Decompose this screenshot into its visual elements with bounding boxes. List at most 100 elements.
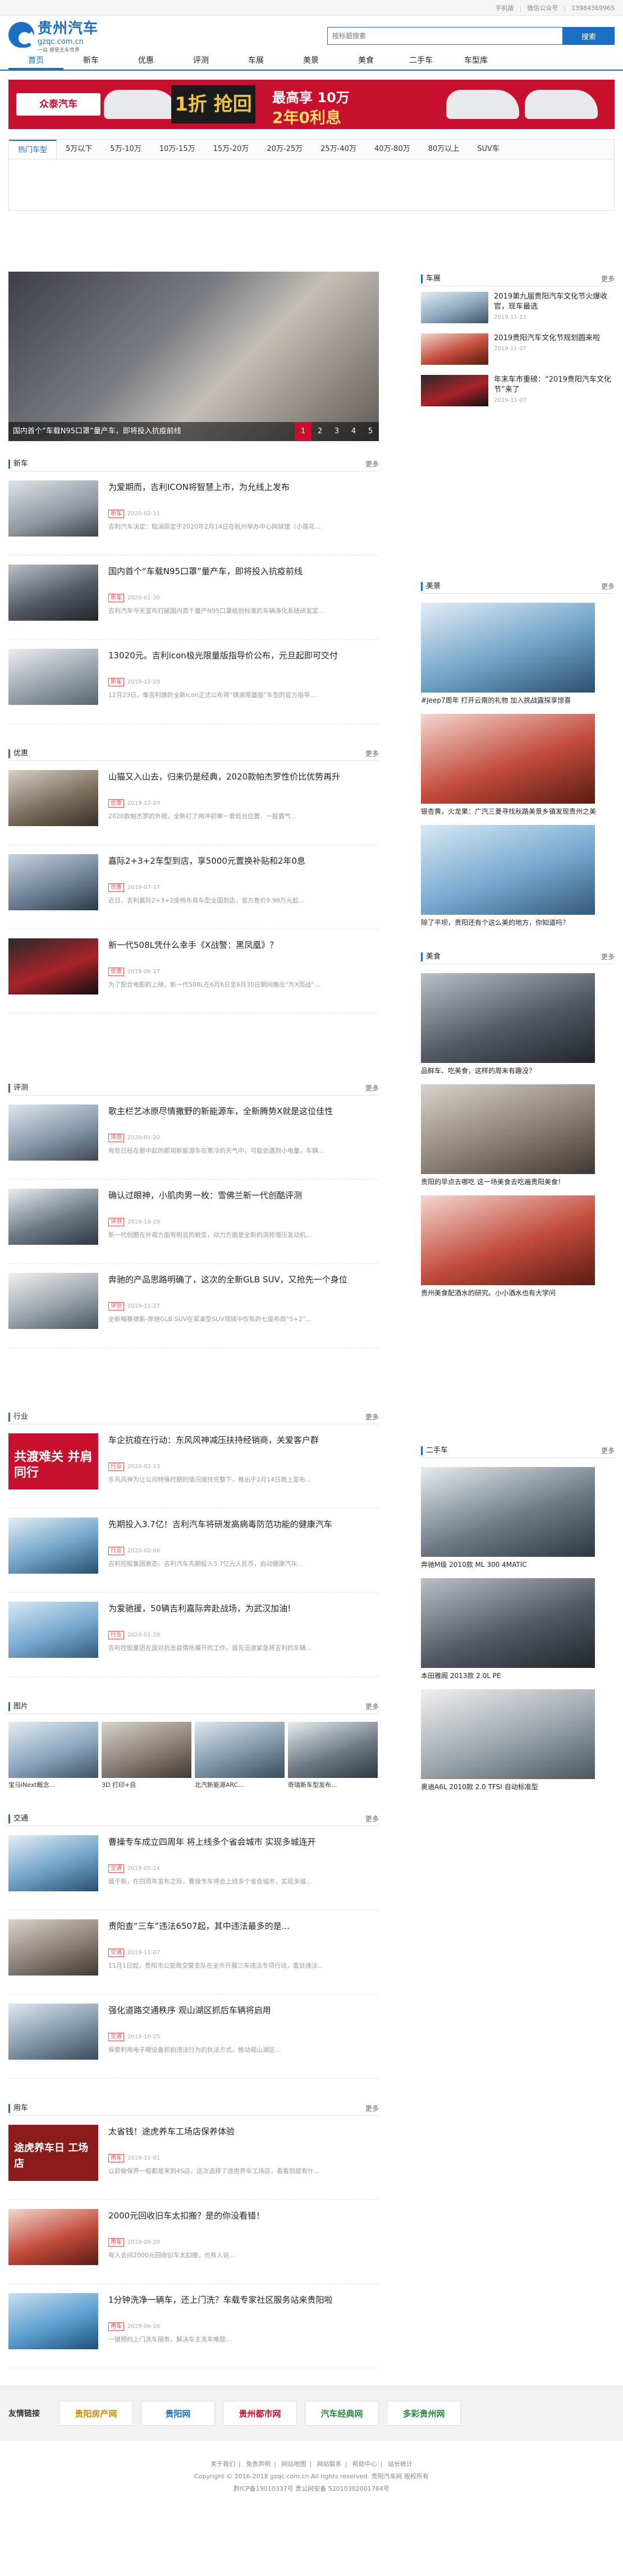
article-item[interactable]: 为爱驰援，50辆吉利嘉际奔赴战场，为武汉加油! 行业 2020-01-28 吉利控股集… — [8, 1593, 379, 1677]
mobile-link[interactable]: 手机版 — [496, 3, 514, 12]
footer-link[interactable]: 免责声明 — [246, 2460, 271, 2468]
article-title[interactable]: 1分钟洗净一辆车，还上门洗？车载专家社区服务站来贵阳啦 — [108, 2293, 379, 2320]
tab-price[interactable]: 40万-80万 — [365, 140, 419, 159]
article-item[interactable]: 贵阳查“三车”违法6507起，其中违法最多的是... 交通 2019-11-07 11… — [8, 1910, 379, 1995]
article-item[interactable]: 强化道路交通秩序 观山湖区抓后车辆将启用 交通 2019-10-25 探索利用电子眼设… — [8, 1995, 379, 2079]
more-link[interactable]: 更多 — [601, 274, 615, 283]
picture-item[interactable]: 奇瑞新车型发布... — [288, 1722, 378, 1789]
picture-item[interactable]: 3D 打印+自 — [102, 1722, 191, 1789]
slider-dot[interactable]: 2 — [312, 422, 328, 441]
footer-link[interactable]: 网站地图 — [281, 2460, 306, 2468]
side-title[interactable]: 2019贵阳汽车文化节规划圆来啦 — [494, 333, 600, 343]
footer-link[interactable]: 关于我们 — [210, 2460, 235, 2468]
article-item[interactable]: 确认过眼神，小肌肉男一枚：雪佛兰新一代创酷评测 评测 2019-10-29 新一代创酷… — [8, 1180, 379, 1264]
article-item[interactable]: 新一代508L凭什么幸手《X战警：黑凤凰》？ 优惠 2019-06-17 为了配合电影… — [8, 929, 379, 1014]
more-link[interactable]: 更多 — [365, 1083, 379, 1093]
nav-food[interactable]: 美食 — [338, 52, 393, 70]
wechat-link[interactable]: 微信公众号 — [527, 3, 558, 12]
side-picture[interactable]: 本田雅阁 2013款 2.0L PE — [421, 1578, 615, 1680]
nav-home[interactable]: 首页 — [8, 52, 63, 70]
side-picture[interactable]: 银杏黄，火龙果：广汽三菱寻找秋路美景乡镇发现贵州之美 — [421, 714, 615, 816]
friend-link[interactable]: 多彩贵州网 — [387, 2401, 461, 2426]
side-picture[interactable]: 贵阳的早点去哪吃 这一场美食去吃遍贵阳美食！ — [421, 1084, 615, 1186]
more-link[interactable]: 更多 — [365, 749, 379, 758]
slider-dot[interactable]: 3 — [328, 422, 345, 441]
side-picture[interactable]: 奥迪A6L 2010款 2.0 TFSI 自动标准型 — [421, 1689, 615, 1791]
more-link[interactable]: 更多 — [601, 952, 615, 961]
article-title[interactable]: 确认过眼神，小肌肉男一枚：雪佛兰新一代创酷评测 — [108, 1189, 379, 1216]
nav-review[interactable]: 评测 — [173, 52, 228, 70]
article-title[interactable]: 强化道路交通秩序 观山湖区抓后车辆将启用 — [108, 2004, 379, 2030]
article-item[interactable]: 为爱期而，吉利ICON将智慧上市，为允线上发布 新车 2020-02-11 吉利汽车决… — [8, 471, 379, 556]
article-item[interactable]: 共渡难关 并肩同行 车企抗疫在行动：东风风神减压扶持经销商，关爱客户群 行业 2020… — [8, 1424, 379, 1509]
more-link[interactable]: 更多 — [365, 459, 379, 469]
side-picture[interactable]: #Jeep7周年 打开云南的礼物 加入挑战露探享惊喜 — [421, 603, 615, 705]
search-button[interactable]: 搜索 — [563, 27, 615, 45]
nav-auto-show[interactable]: 车展 — [228, 52, 283, 70]
more-link[interactable]: 更多 — [365, 2103, 379, 2113]
friend-link[interactable]: 贵州都市网 — [223, 2401, 297, 2426]
side-item[interactable]: 年末车市重磅：“2019贵阳汽车文化节”来了 2019-11-07 — [421, 375, 615, 411]
nav-scenery[interactable]: 美景 — [283, 52, 338, 70]
slider-dot[interactable]: 5 — [362, 422, 379, 441]
picture-item[interactable]: 北汽新能源ARC... — [195, 1722, 285, 1789]
tab-price[interactable]: 15万-20万 — [204, 140, 258, 159]
side-title[interactable]: 2019第九届贵阳汽车文化节火爆收官，现车最选 — [494, 292, 615, 312]
article-item[interactable]: 嘉际2+3+2车型到店，享5000元置换补贴和2年0息 优惠 2019-07-17 近… — [8, 845, 379, 929]
tab-price[interactable]: 5万-10万 — [101, 140, 150, 159]
article-item[interactable]: 2000元回收旧车太扣搬？是的你没看错！ 用车 2019-09-29 有人会问2000… — [8, 2200, 379, 2284]
article-item[interactable]: 山猫又入山去，归来仍是经典，2020款帕杰罗性价比优势再升 优惠 2019-12-2… — [8, 761, 379, 845]
more-link[interactable]: 更多 — [365, 1702, 379, 1711]
footer-link[interactable]: 站长统计 — [388, 2460, 413, 2468]
more-link[interactable]: 更多 — [365, 1814, 379, 1823]
friend-link[interactable]: 贵阳房产网 — [59, 2401, 133, 2426]
slider-dot[interactable]: 1 — [295, 422, 312, 441]
article-title[interactable]: 贵阳查“三车”违法6507起，其中违法最多的是... — [108, 1919, 379, 1946]
side-item[interactable]: 2019第九届贵阳汽车文化节火爆收官，现车最选 2019-11-11 — [421, 292, 615, 328]
article-title[interactable]: 太省钱！途虎养车工场店保养体验 — [108, 2125, 379, 2152]
article-title[interactable]: 13020元。吉利icon极光限量版指导价公布，元旦起即可交付 — [108, 649, 379, 676]
side-picture[interactable]: 奔驰M级 2010款 ML 300 4MATIC — [421, 1467, 615, 1569]
article-item[interactable]: 奔驰的产品思路明确了，这次的全新GLB SUV，又抢先一个身位 评测 2019-11… — [8, 1264, 379, 1348]
article-title[interactable]: 山猫又入山去，归来仍是经典，2020款帕杰罗性价比优势再升 — [108, 770, 379, 797]
site-logo[interactable]: 贵州汽车 gzqc.com.cn 一站 感受无车世界 — [8, 20, 121, 53]
side-picture[interactable]: 品鲜车、吃美食，这样的周末有趣没？ — [421, 973, 615, 1075]
article-title[interactable]: 车企抗疫在行动：东风风神减压扶持经销商，关爱客户群 — [108, 1433, 379, 1460]
article-title[interactable]: 新一代508L凭什么幸手《X战警：黑凤凰》？ — [108, 938, 379, 965]
article-item[interactable]: 13020元。吉利icon极光限量版指导价公布，元旦起即可交付 新车 2019-12… — [8, 640, 379, 724]
article-title[interactable]: 为爱驰援，50辆吉利嘉际奔赴战场，为武汉加油! — [108, 1602, 379, 1629]
article-title[interactable]: 曹操专车成立四周年 将上线多个省会城市 实现多城连开 — [108, 1835, 379, 1862]
article-item[interactable]: 曹操专车成立四周年 将上线多个省会城市 实现多城连开 交通 2019-05-24 属于… — [8, 1826, 379, 1910]
tab-price[interactable]: 80万以上 — [419, 140, 469, 159]
tab-price[interactable]: 25万-40万 — [312, 140, 365, 159]
headline-slider[interactable]: 国内首个“车载N95口罩”量产车，即将投入抗疫前线 1 2 3 4 5 — [8, 272, 379, 441]
nav-new-car[interactable]: 新车 — [63, 52, 118, 70]
more-link[interactable]: 更多 — [365, 1412, 379, 1422]
article-title[interactable]: 为爱期而，吉利ICON将智慧上市，为允线上发布 — [108, 480, 379, 507]
nav-model-library[interactable]: 车型库 — [448, 52, 503, 70]
side-title[interactable]: 年末车市重磅：“2019贵阳汽车文化节”来了 — [494, 375, 615, 395]
icp-number[interactable]: 黔ICP备19010337号 — [233, 2485, 294, 2492]
article-title[interactable]: 歌主栏艺冰原尽情撒野的新能源车，全新腾势X就是这位佳性 — [108, 1104, 379, 1131]
slider-dot[interactable]: 4 — [345, 422, 362, 441]
tab-price[interactable]: 5万以下 — [57, 140, 101, 159]
article-title[interactable]: 奔驰的产品思路明确了，这次的全新GLB SUV，又抢先一个身位 — [108, 1273, 379, 1300]
police-record[interactable]: 贵公网安备 52010302001784号 — [295, 2485, 389, 2492]
article-item[interactable]: 1分钟洗净一辆车，还上门洗？车载专家社区服务站来贵阳啦 用车 2019-06-26 一… — [8, 2284, 379, 2368]
side-picture[interactable]: 除了平坝，贵阳还有个这么美的地方，你知道吗？ — [421, 825, 615, 927]
nav-discount[interactable]: 优惠 — [118, 52, 173, 70]
article-item[interactable]: 途虎养车日 工场店 太省钱！途虎养车工场店保养体验 用车 2019-11-01 以前做保… — [8, 2116, 379, 2200]
ad-banner[interactable]: 众泰汽车 1折 抢回家 最高享 10万 2年0利息 — [8, 80, 615, 129]
tab-suv[interactable]: SUV车 — [468, 140, 509, 159]
footer-link[interactable]: 帮助中心 — [352, 2460, 377, 2468]
footer-link[interactable]: 网站联系 — [317, 2460, 342, 2468]
friend-link[interactable]: 贵阳网 — [141, 2401, 215, 2426]
more-link[interactable]: 更多 — [601, 581, 615, 591]
friend-link[interactable]: 汽车经典网 — [305, 2401, 379, 2426]
tab-hot[interactable]: 热门车型 — [9, 140, 57, 159]
article-title[interactable]: 国内首个“车载N95口罩”量产车，即将投入抗疫前线 — [108, 565, 379, 592]
picture-item[interactable]: 宝马iNext概念... — [8, 1722, 98, 1789]
side-item[interactable]: 2019贵阳汽车文化节规划圆来啦 2019-11-07 — [421, 333, 615, 369]
search-input[interactable] — [327, 27, 563, 45]
article-title[interactable]: 先期投入3.7亿！吉利汽车将研发高病毒防范功能的健康汽车 — [108, 1518, 379, 1544]
